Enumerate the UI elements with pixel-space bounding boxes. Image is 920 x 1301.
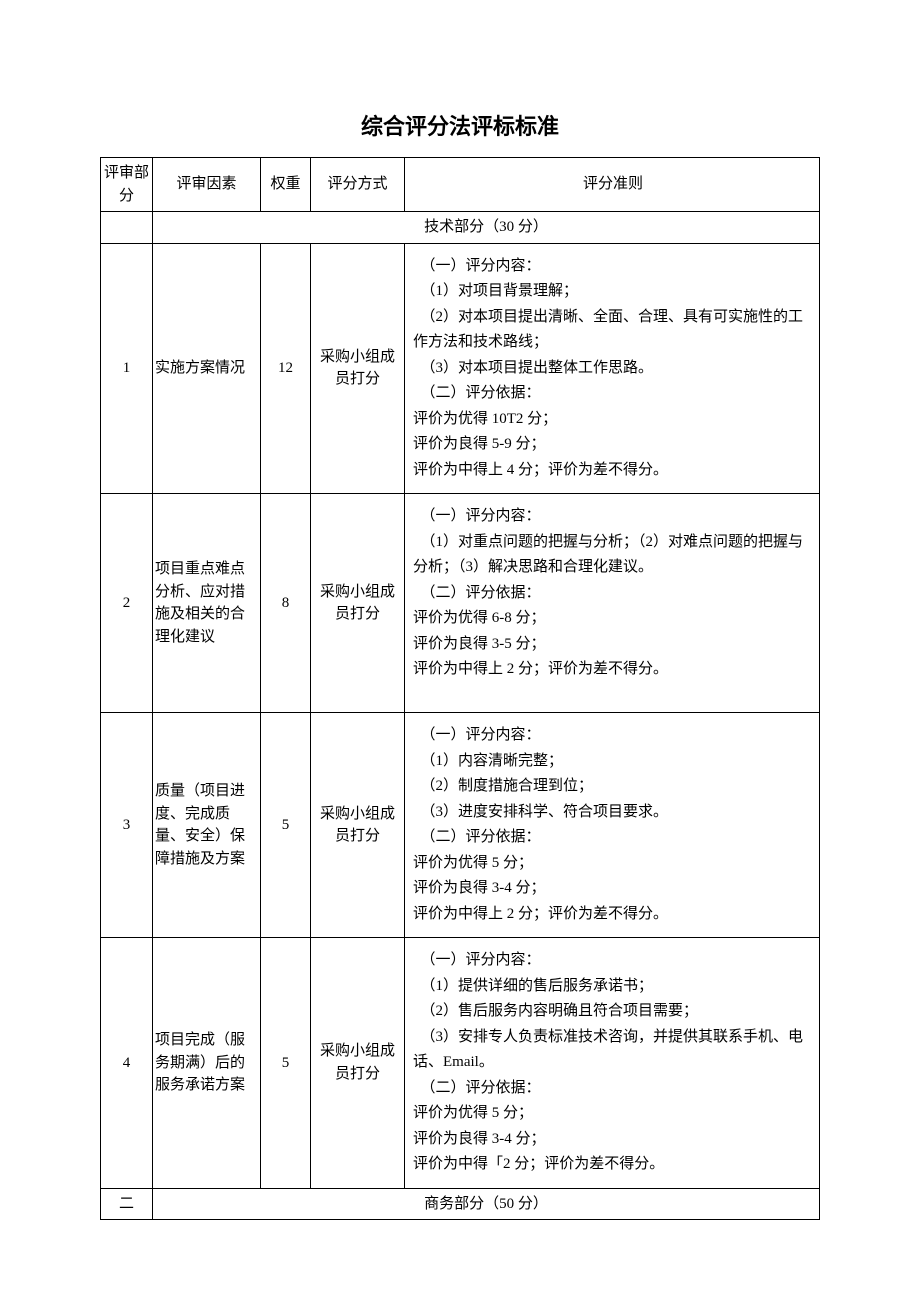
row-criteria: （一）评分内容： （1）对项目背景理解； （2）对本项目提出清晰、全面、合理、具… xyxy=(409,248,817,490)
row-method: 采购小组成员打分 xyxy=(311,713,405,938)
table-header-row: 评审部分 评审因素 权重 评分方式 评分准则 xyxy=(101,158,820,212)
section-technical-num xyxy=(101,212,153,244)
row-num: 1 xyxy=(101,243,153,494)
row-factor: 质量（项目进度、完成质量、安全）保障措施及方案 xyxy=(153,713,261,938)
section-business-num: 二 xyxy=(101,1188,153,1220)
row-criteria: （一）评分内容： （1）对重点问题的把握与分析；（2）对难点问题的把握与分析；（… xyxy=(409,498,817,708)
row-num: 3 xyxy=(101,713,153,938)
row-criteria: （一）评分内容： （1）内容清晰完整； （2）制度措施合理到位； （3）进度安排… xyxy=(409,717,817,933)
header-criteria: 评分准则 xyxy=(405,158,820,212)
row-weight: 5 xyxy=(261,713,311,938)
section-technical-row: 技术部分（30 分） xyxy=(101,212,820,244)
section-business-row: 二 商务部分（50 分） xyxy=(101,1188,820,1220)
section-technical-label: 技术部分（30 分） xyxy=(153,212,820,244)
table-row: 4 项目完成（服务期满）后的服务承诺方案 5 采购小组成员打分 （一）评分内容：… xyxy=(101,938,820,1189)
table-row: 3 质量（项目进度、完成质量、安全）保障措施及方案 5 采购小组成员打分 （一）… xyxy=(101,713,820,938)
row-method: 采购小组成员打分 xyxy=(311,243,405,494)
page-title: 综合评分法评标标准 xyxy=(100,110,820,143)
row-factor: 项目重点难点分析、应对措施及相关的合理化建议 xyxy=(153,494,261,713)
section-business-label: 商务部分（50 分） xyxy=(153,1188,820,1220)
row-num: 2 xyxy=(101,494,153,713)
scoring-table: 评审部分 评审因素 权重 评分方式 评分准则 技术部分（30 分） 1 实施方案… xyxy=(100,157,820,1220)
header-method: 评分方式 xyxy=(311,158,405,212)
row-method: 采购小组成员打分 xyxy=(311,938,405,1189)
row-factor: 项目完成（服务期满）后的服务承诺方案 xyxy=(153,938,261,1189)
row-method: 采购小组成员打分 xyxy=(311,494,405,713)
row-weight: 5 xyxy=(261,938,311,1189)
row-weight: 12 xyxy=(261,243,311,494)
header-weight: 权重 xyxy=(261,158,311,212)
table-row: 2 项目重点难点分析、应对措施及相关的合理化建议 8 采购小组成员打分 （一）评… xyxy=(101,494,820,713)
header-part: 评审部分 xyxy=(101,158,153,212)
table-row: 1 实施方案情况 12 采购小组成员打分 （一）评分内容： （1）对项目背景理解… xyxy=(101,243,820,494)
row-num: 4 xyxy=(101,938,153,1189)
row-factor: 实施方案情况 xyxy=(153,243,261,494)
row-criteria: （一）评分内容： （1）提供详细的售后服务承诺书； （2）售后服务内容明确且符合… xyxy=(409,942,817,1184)
header-factor: 评审因素 xyxy=(153,158,261,212)
row-weight: 8 xyxy=(261,494,311,713)
